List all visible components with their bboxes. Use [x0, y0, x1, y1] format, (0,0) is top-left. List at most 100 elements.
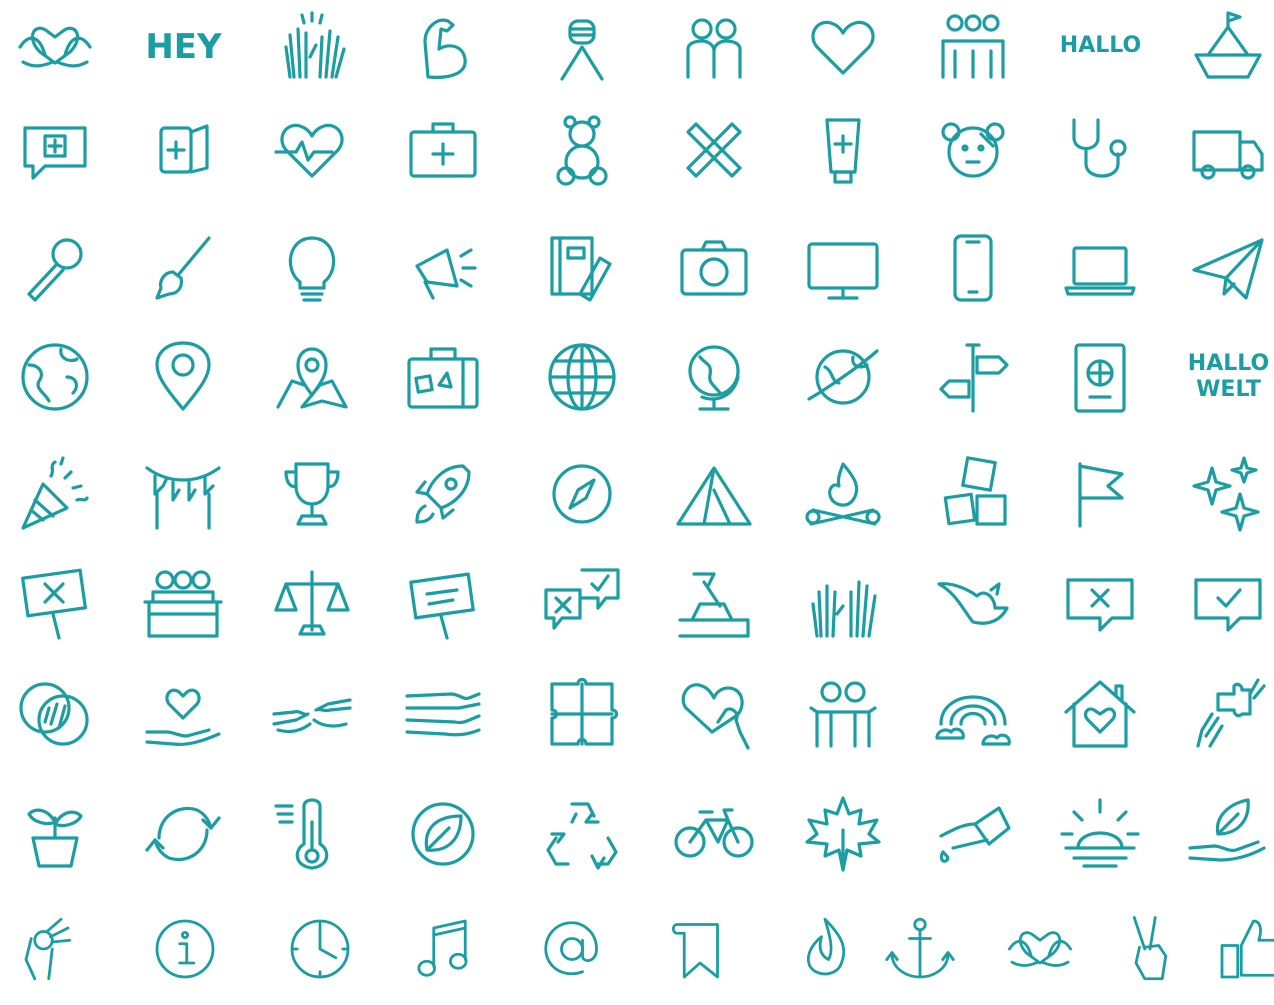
chat-x-icon [1037, 550, 1164, 660]
handshake-arm-icon [519, 0, 646, 103]
passport-icon [1074, 343, 1126, 413]
puzzle-hands-icon [1165, 660, 1274, 770]
ok-hand-icon [0, 895, 111, 1005]
passport-icon [1037, 323, 1164, 433]
protest-sign-x-icon [21, 568, 87, 640]
globe-grid-icon [519, 323, 646, 433]
recycle-icon [546, 802, 618, 870]
location-pin-icon [120, 323, 247, 433]
two-people-icon [651, 0, 778, 103]
monitor-icon [807, 242, 879, 300]
trophy-icon [284, 462, 340, 526]
paintbrush-icon [155, 236, 211, 300]
ointment-tube-icon [825, 118, 861, 184]
reaching-hands-icon [249, 660, 376, 770]
puzzle-icon [519, 660, 646, 770]
ok-hand-icon [24, 917, 72, 981]
ballot-box-icon [678, 572, 750, 638]
heart-hands-icon [977, 895, 1104, 1005]
paper-boat-icon [1194, 11, 1262, 79]
audience-icon [143, 570, 223, 638]
stethoscope-icon [1072, 118, 1127, 178]
globe-grid-icon [548, 343, 616, 411]
tent-icon [676, 466, 752, 526]
embrace-icon [809, 681, 877, 748]
embrace-icon [780, 660, 907, 770]
smartphone-icon [910, 214, 1037, 324]
flame-icon [807, 917, 846, 976]
bandage-roll-icon [159, 124, 209, 174]
hallo-welt-text-icon: HALLO WELT [1165, 323, 1274, 433]
hand-holding-heart-icon [681, 683, 750, 750]
hallo-welt-text-label: HALLO WELT [1187, 351, 1270, 402]
clock-icon [290, 919, 350, 979]
info-icon [155, 919, 215, 979]
paintbrush-icon [120, 214, 247, 324]
chat-check-icon [1194, 578, 1262, 632]
teddy-bear-icon [556, 115, 608, 186]
bicycle-icon [651, 780, 778, 890]
abc-blocks-icon [943, 456, 1007, 526]
sprout-pot-icon [27, 808, 83, 868]
megaphone-icon [380, 214, 507, 324]
trophy-icon [249, 440, 376, 550]
paper-boat-icon [1165, 0, 1274, 103]
rocket-icon [415, 464, 471, 524]
heart-hands-icon [18, 26, 92, 68]
party-popper-icon [21, 456, 89, 530]
vote-chat-icon [544, 568, 620, 630]
bookmark-icon [637, 895, 764, 1005]
heart-icon [780, 0, 907, 103]
reaching-hands-icon [272, 698, 352, 734]
crossed-plasters-icon [651, 96, 778, 206]
bicycle-icon [674, 808, 754, 858]
thermometer-icon [274, 798, 329, 870]
medical-chat-icon [0, 96, 119, 206]
high-five-icon [284, 11, 346, 79]
peace-hand-icon [1132, 916, 1168, 981]
hallo-text-label: HALLO [1059, 33, 1142, 58]
hand-heart-icon [120, 660, 247, 770]
signpost-icon [910, 323, 1037, 433]
campfire-icon [780, 440, 907, 550]
audience-icon [120, 550, 247, 660]
bandage-roll-icon [120, 96, 247, 206]
leaf-circle-icon [411, 802, 475, 866]
sparkles-icon [1192, 456, 1260, 532]
paper-plane-icon [1165, 214, 1274, 324]
at-sign-icon [509, 895, 636, 1005]
protest-sign-icon [380, 550, 507, 660]
ointment-tube-icon [780, 96, 907, 206]
bunting-icon [145, 466, 221, 530]
hand-holding-heart-icon [651, 660, 778, 770]
teddy-bear-icon [519, 96, 646, 206]
injured-teddy-icon [941, 122, 1005, 178]
rocket-icon [380, 440, 507, 550]
home-heart-icon [1037, 660, 1164, 770]
high-five-icon [249, 0, 376, 103]
maple-leaf-icon [780, 780, 907, 890]
suitcase-icon [380, 323, 507, 433]
abc-blocks-icon [910, 440, 1037, 550]
campfire-icon [805, 462, 881, 526]
protest-sign-x-icon [0, 550, 119, 660]
location-pin-icon [155, 341, 211, 411]
cycle-arrows-icon [145, 806, 221, 862]
camera-icon [651, 214, 778, 324]
heart-hands-icon [1007, 931, 1073, 967]
ballot-box-icon [651, 550, 778, 660]
crossed-plasters-icon [686, 122, 742, 178]
two-people-icon [686, 18, 742, 79]
ambulance-icon [1192, 130, 1264, 180]
hand-leaf-icon [1165, 780, 1274, 890]
microphone-icon [0, 214, 119, 324]
raised-hands-icon [811, 580, 877, 638]
stacked-hands-icon [380, 660, 507, 770]
thumbs-up-icon [1187, 895, 1274, 1005]
rainbow-icon [935, 695, 1011, 746]
leaf-circle-icon [380, 780, 507, 890]
at-sign-icon [544, 921, 598, 976]
anchor-icon [857, 895, 984, 1005]
map-pin-icon [249, 323, 376, 433]
earth-icon [21, 343, 89, 411]
